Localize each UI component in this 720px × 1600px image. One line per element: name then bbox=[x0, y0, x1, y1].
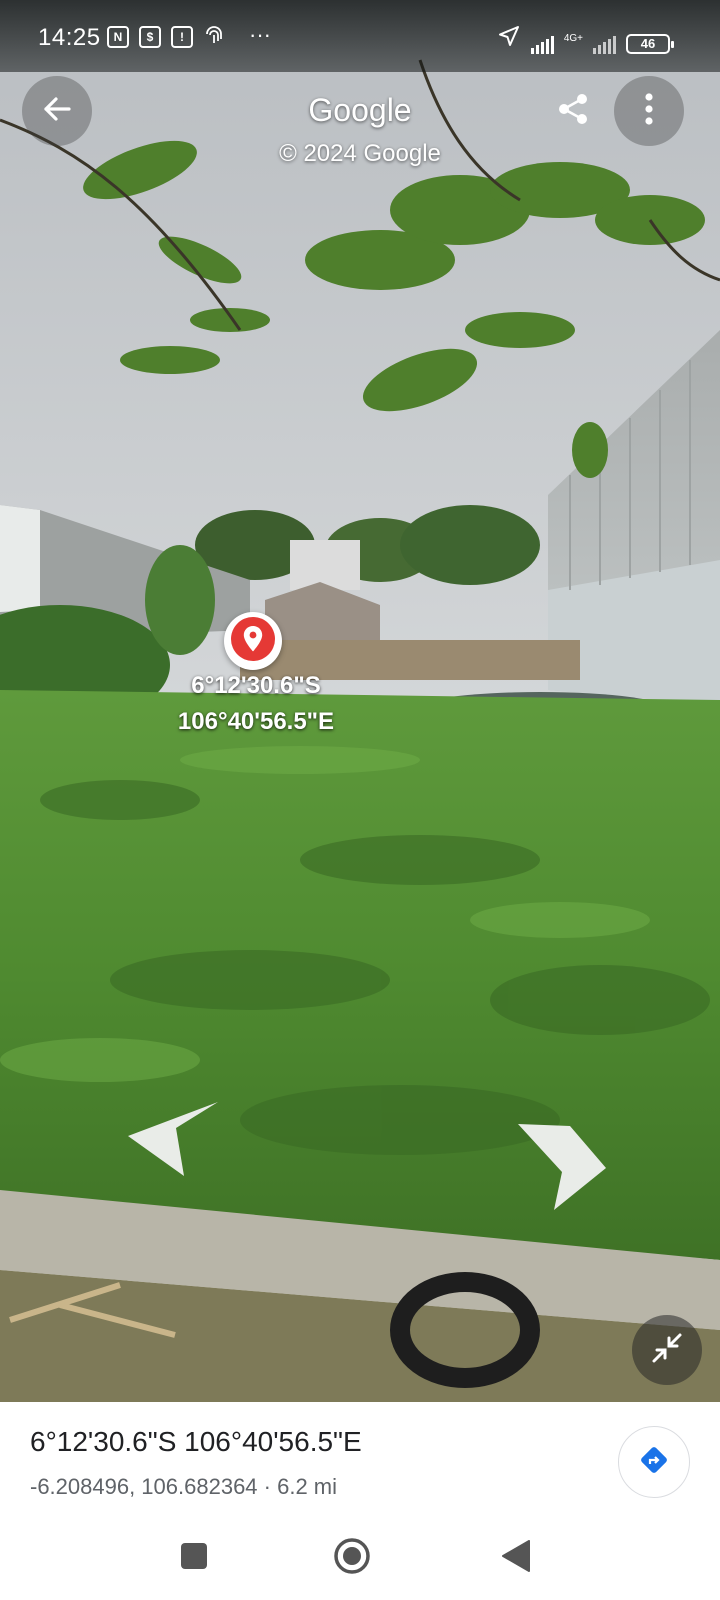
nfc-icon: N bbox=[107, 26, 129, 48]
battery-indicator: 46 bbox=[626, 34, 674, 54]
system-back-button[interactable] bbox=[494, 1536, 538, 1580]
directions-button[interactable] bbox=[618, 1426, 690, 1498]
network-type-label: 4G+ bbox=[563, 33, 583, 44]
collapse-icon bbox=[650, 1331, 684, 1370]
more-vert-icon bbox=[644, 92, 654, 131]
marker-longitude-label: 106°40'56.5"E bbox=[177, 708, 335, 735]
location-info-card[interactable]: 6°12'30.6"S 106°40'56.5"E -6.208496, 106… bbox=[0, 1402, 720, 1514]
panorama-title: Google bbox=[308, 92, 412, 128]
more-status-indicator: ··· bbox=[249, 22, 271, 47]
more-options-button[interactable] bbox=[614, 76, 684, 146]
status-left-icons: N $ ! ··· bbox=[107, 22, 271, 54]
coordinates-title: 6°12'30.6"S 106°40'56.5"E bbox=[30, 1426, 362, 1457]
marker-latitude-label: 6°12'30.6"S bbox=[191, 672, 321, 699]
system-navigation-bar bbox=[0, 1514, 720, 1600]
signal-strength-2-icon bbox=[593, 34, 616, 54]
copyright-label: © 2024 Google bbox=[279, 140, 441, 167]
recents-button[interactable] bbox=[172, 1536, 216, 1580]
directions-icon bbox=[639, 1445, 669, 1480]
sim-message-icon: $ bbox=[139, 26, 161, 48]
navigate-right-arrow[interactable] bbox=[518, 1120, 608, 1217]
share-icon bbox=[555, 91, 591, 132]
coordinates-detail: -6.208496, 106.682364 · 6.2 mi bbox=[30, 1474, 338, 1499]
exit-fullscreen-button[interactable] bbox=[632, 1315, 702, 1385]
status-bar: 14:25 N $ ! ··· 4G+ 46 bbox=[0, 0, 720, 72]
location-pin-icon bbox=[229, 615, 277, 668]
triangle-back-icon bbox=[501, 1539, 531, 1577]
street-view-image bbox=[0, 0, 720, 1402]
chevron-right-icon bbox=[518, 1124, 608, 1216]
home-button[interactable] bbox=[330, 1536, 374, 1580]
square-icon bbox=[180, 1542, 208, 1575]
home-circle-icon bbox=[332, 1536, 372, 1581]
status-right-icons: 4G+ 46 bbox=[497, 24, 674, 54]
status-time: 14:25 bbox=[38, 24, 101, 51]
location-arrow-icon bbox=[497, 24, 521, 54]
notification-icon: ! bbox=[171, 26, 193, 48]
signal-strength-icon bbox=[530, 34, 554, 54]
chevron-left-icon bbox=[128, 1102, 220, 1182]
navigate-left-arrow[interactable] bbox=[128, 1098, 220, 1183]
share-button[interactable] bbox=[538, 76, 608, 146]
street-view-panorama[interactable] bbox=[0, 0, 720, 1402]
fingerprint-icon bbox=[203, 26, 225, 54]
location-marker[interactable] bbox=[224, 612, 282, 670]
